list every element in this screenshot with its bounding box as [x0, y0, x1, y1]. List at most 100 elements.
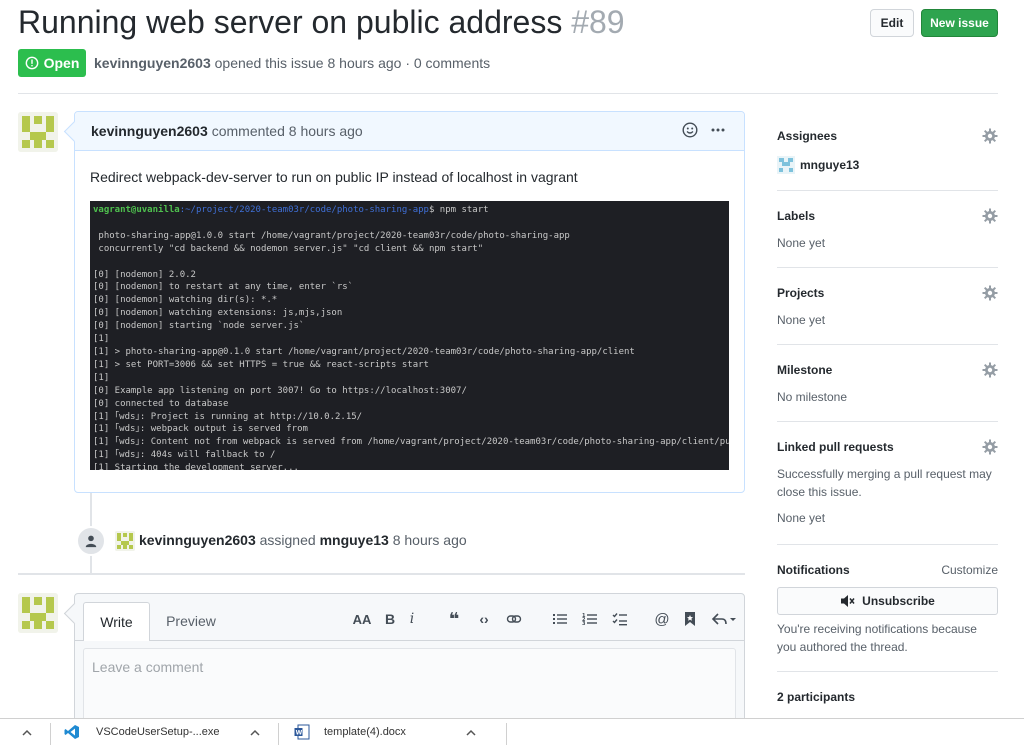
- sidebar-participants: 2 participants: [777, 690, 998, 704]
- sidebar-divider: [777, 267, 998, 268]
- download-divider: [50, 723, 51, 745]
- comment-body-text: Redirect webpack-dev-server to run on pu…: [90, 169, 578, 185]
- code-icon[interactable]: ‹›: [473, 608, 495, 630]
- svg-text:W: W: [296, 730, 303, 737]
- chevron-up-icon[interactable]: [22, 719, 32, 745]
- linked-prs-description: Successfully merging a pull request may …: [777, 467, 992, 499]
- terminal-line: [0] [nodemon] to restart at any time, en…: [93, 282, 354, 293]
- projects-heading[interactable]: Projects: [777, 286, 824, 300]
- issue-meta-text: opened this issue 8 hours ago · 0 commen…: [214, 55, 491, 71]
- smiley-icon[interactable]: [682, 122, 698, 138]
- comment-author-link[interactable]: kevinnguyen2603: [91, 123, 208, 139]
- issue-title: Running web server on public address #89: [18, 4, 625, 41]
- new-issue-button[interactable]: New issue: [921, 9, 998, 37]
- gear-icon[interactable]: [982, 128, 998, 144]
- svg-text:3: 3: [582, 621, 586, 627]
- task-list-icon[interactable]: [609, 608, 631, 630]
- terminal-line: concurrently "cd backend && nodemon serv…: [93, 243, 484, 254]
- assignee-avatar[interactable]: [777, 156, 795, 174]
- terminal-screenshot: vagrant@uvanilla:~/project/2020-team03r/…: [90, 201, 729, 470]
- linked-prs-heading[interactable]: Linked pull requests: [777, 440, 894, 454]
- identicon-icon: [18, 593, 58, 633]
- kebab-horizontal-icon[interactable]: [710, 122, 726, 138]
- text-size-icon[interactable]: AA: [351, 608, 373, 630]
- new-comment-form: Write Preview AA B i ❝ ‹› 123 @ Leave a …: [74, 593, 745, 738]
- event-target-link[interactable]: mnguye13: [320, 532, 389, 548]
- issue-comment: kevinnguyen2603 commented 8 hours ago Re…: [74, 111, 745, 493]
- edit-button[interactable]: Edit: [870, 9, 914, 37]
- link-icon[interactable]: [503, 608, 525, 630]
- mention-icon[interactable]: @: [651, 608, 673, 630]
- milestone-heading[interactable]: Milestone: [777, 363, 832, 377]
- download-filename: VSCodeUserSetup-...exe: [96, 726, 220, 738]
- gear-icon[interactable]: [982, 439, 998, 455]
- sidebar-projects: Projects None yet: [777, 285, 998, 327]
- terminal-line: [1]: [93, 372, 110, 383]
- terminal-prompt-cmd: $ npm start: [428, 205, 489, 215]
- event-action: assigned: [259, 532, 316, 548]
- sidebar-assignees: Assignees mnguye13: [777, 128, 998, 174]
- participants-heading: 2 participants: [777, 690, 856, 704]
- avatar[interactable]: [18, 112, 58, 152]
- numbered-list-icon[interactable]: 123: [579, 608, 601, 630]
- assignees-heading[interactable]: Assignees: [777, 129, 837, 143]
- customize-link[interactable]: Customize: [941, 563, 998, 577]
- header-divider: [18, 93, 998, 94]
- unsubscribe-button[interactable]: Unsubscribe: [777, 587, 998, 615]
- word-doc-icon: W: [294, 724, 310, 740]
- reply-icon[interactable]: [709, 608, 739, 630]
- issue-number: #89: [571, 4, 625, 40]
- assignee-name[interactable]: mnguye13: [800, 158, 859, 172]
- linked-prs-value: None yet: [777, 511, 826, 525]
- event-avatar[interactable]: [115, 531, 135, 551]
- quote-icon[interactable]: ❝: [443, 608, 465, 630]
- projects-value: None yet: [777, 313, 826, 327]
- sidebar-divider: [777, 544, 998, 545]
- gear-icon[interactable]: [982, 208, 998, 224]
- tab-divider: [75, 640, 744, 641]
- chevron-up-icon[interactable]: [466, 728, 476, 736]
- markdown-toolbar: AA B i ❝ ‹› 123 @: [351, 608, 739, 630]
- italic-icon[interactable]: i: [401, 608, 423, 630]
- comment-time[interactable]: commented 8 hours ago: [212, 123, 363, 139]
- download-item[interactable]: VSCodeUserSetup-...exe: [64, 719, 260, 745]
- issue-state-label: Open: [43, 55, 80, 71]
- bold-icon[interactable]: B: [379, 608, 401, 630]
- issue-author-link[interactable]: kevinnguyen2603: [94, 55, 211, 71]
- terminal-prompt-path: :~/project/2020-team03r/code/photo-shari…: [179, 205, 429, 215]
- terminal-line: [0] [nodemon] starting `node server.js`: [93, 321, 305, 332]
- terminal-line: [0] Example app listening on port 3007! …: [93, 385, 467, 396]
- bullet-list-icon[interactable]: [549, 608, 571, 630]
- tab-preview[interactable]: Preview: [155, 602, 227, 640]
- issue-state-badge: Open: [18, 49, 86, 77]
- sidebar-divider: [777, 671, 998, 672]
- terminal-line: [1] > set PORT=3006 && set HTTPS = true …: [93, 359, 429, 370]
- saved-reply-icon[interactable]: [679, 608, 701, 630]
- event-actor-link[interactable]: kevinnguyen2603: [139, 532, 256, 548]
- download-divider: [278, 723, 279, 745]
- labels-value: None yet: [777, 236, 826, 250]
- terminal-prompt-user: vagrant@uvanilla: [93, 205, 180, 215]
- notifications-reason: You're receiving notifications because y…: [777, 622, 977, 654]
- sidebar-milestone: Milestone No milestone: [777, 362, 998, 404]
- terminal-line: [1] Starting the development server...: [93, 463, 299, 470]
- sidebar-divider: [777, 344, 998, 345]
- tab-write[interactable]: Write: [83, 602, 150, 641]
- issue-title-text: Running web server on public address: [18, 4, 563, 40]
- timeline-divider: [18, 573, 745, 575]
- chevron-up-icon[interactable]: [249, 728, 260, 736]
- event-time[interactable]: 8 hours ago: [393, 532, 467, 548]
- gear-icon[interactable]: [982, 285, 998, 301]
- download-item[interactable]: W template(4).docx: [294, 719, 476, 745]
- terminal-line: photo-sharing-app@1.0.0 start /home/vagr…: [93, 230, 570, 241]
- mute-icon: [841, 595, 855, 607]
- labels-heading[interactable]: Labels: [777, 209, 815, 223]
- person-icon: [76, 526, 106, 556]
- current-user-avatar[interactable]: [18, 593, 58, 633]
- gear-icon[interactable]: [982, 362, 998, 378]
- sidebar-divider: [777, 190, 998, 191]
- download-filename: template(4).docx: [324, 726, 406, 738]
- terminal-line: [1] ｢wds｣: 404s will fallback to /: [93, 450, 276, 461]
- issue-opened-icon: [25, 56, 38, 70]
